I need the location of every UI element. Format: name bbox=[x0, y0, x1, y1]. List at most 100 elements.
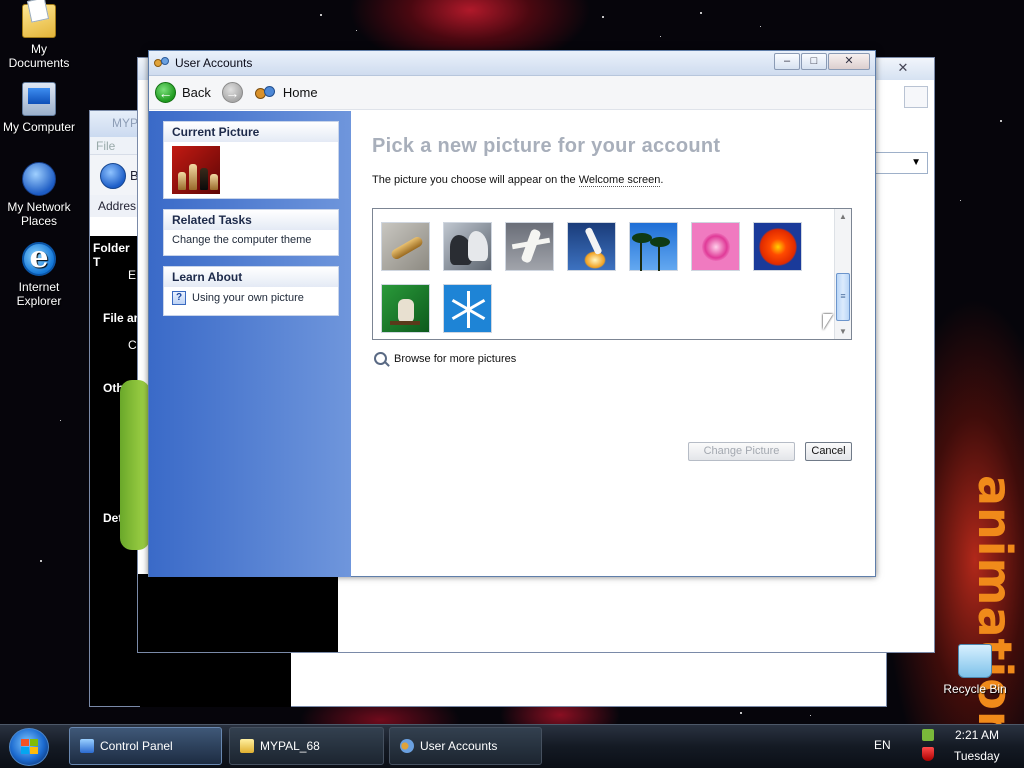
desktop-icon-label: Internet bbox=[18, 280, 60, 294]
desktop-icon-label: Documents bbox=[8, 56, 70, 70]
browse-label: Browse for more pictures bbox=[394, 352, 517, 365]
desktop-icon-label: Places bbox=[20, 214, 58, 228]
picture-horses[interactable] bbox=[443, 222, 492, 271]
pane-label: File ar bbox=[103, 311, 139, 325]
task-pane: Current Picture Related Tasks Change the… bbox=[149, 111, 351, 577]
picture-pink-flower[interactable] bbox=[691, 222, 740, 271]
minimize-button[interactable]: – bbox=[774, 53, 800, 70]
change-theme-link[interactable]: Change the computer theme bbox=[164, 230, 338, 250]
star bbox=[960, 200, 961, 201]
picture-guitar[interactable] bbox=[381, 222, 430, 271]
close-icon[interactable]: ✕ bbox=[884, 60, 922, 77]
star bbox=[356, 30, 357, 31]
desktop-icon-my-computer[interactable]: My Computer bbox=[0, 82, 78, 134]
star bbox=[1000, 120, 1002, 122]
desktop-icon-label: My Computer bbox=[2, 120, 76, 134]
scroll-up-icon[interactable]: ▲ bbox=[835, 209, 851, 224]
taskbar-item-mypal[interactable]: MYPAL_68 bbox=[229, 727, 384, 765]
pane-label: C bbox=[128, 338, 137, 352]
internet-explorer-icon bbox=[22, 240, 56, 276]
star bbox=[810, 715, 811, 716]
desktop-icon-label: My Network bbox=[7, 200, 71, 214]
background-fill bbox=[140, 651, 291, 707]
start-button[interactable] bbox=[9, 728, 49, 766]
forward-arrow-icon[interactable]: → bbox=[221, 82, 243, 103]
user-accounts-window[interactable]: User Accounts – □ ✕ ← Back → Home Curren… bbox=[148, 50, 876, 577]
picture-palm-trees[interactable] bbox=[629, 222, 678, 271]
desktop-icon-recycle-bin[interactable]: Recycle Bin bbox=[936, 644, 1014, 696]
welcome-screen-link[interactable]: Welcome screen bbox=[578, 174, 661, 187]
scroll-down-icon[interactable]: ▼ bbox=[835, 324, 851, 339]
picture-orange-flower[interactable] bbox=[753, 222, 802, 271]
desktop-icon-label: My bbox=[31, 42, 47, 56]
desktop-icon-internet-explorer[interactable]: Internet Explorer bbox=[0, 240, 78, 308]
network-places-icon bbox=[22, 162, 56, 196]
pane-label: E bbox=[128, 268, 137, 282]
desktop-icon-network-places[interactable]: My Network Places bbox=[0, 162, 78, 228]
learn-about-header: Learn About bbox=[164, 267, 338, 287]
my-computer-icon bbox=[22, 82, 56, 116]
control-panel-icon bbox=[80, 739, 94, 753]
current-picture-chess bbox=[172, 146, 220, 194]
star bbox=[700, 12, 702, 14]
picture-karate[interactable] bbox=[505, 222, 554, 271]
taskbar-item-label: MYPAL_68 bbox=[260, 739, 320, 753]
desktop-icon-label: Recycle Bin bbox=[943, 682, 1007, 696]
language-indicator[interactable]: EN bbox=[874, 738, 891, 752]
back-arrow-icon[interactable]: ← bbox=[155, 82, 176, 103]
magnifier-icon bbox=[374, 352, 387, 365]
windows-flag-icon[interactable] bbox=[904, 86, 928, 108]
browse-link[interactable]: Browse for more pictures bbox=[374, 352, 516, 365]
star bbox=[602, 16, 604, 18]
current-picture-panel: Current Picture bbox=[163, 121, 339, 199]
taskbar-item-user-accounts[interactable]: User Accounts bbox=[389, 727, 542, 765]
navigation-bar: ← Back → Home bbox=[149, 76, 875, 110]
recycle-bin-icon bbox=[958, 644, 992, 678]
desktop-icon-label: Explorer bbox=[16, 294, 62, 308]
pane-label: Folder T bbox=[93, 241, 130, 269]
back-arrow-icon[interactable] bbox=[100, 163, 126, 189]
taskbar-item-control-panel[interactable]: Control Panel bbox=[69, 727, 222, 765]
learn-about-panel: Learn About ? Using your own picture bbox=[163, 266, 339, 316]
window-titlebar[interactable]: User Accounts – □ ✕ bbox=[149, 51, 875, 76]
clock-time[interactable]: 2:21 AM bbox=[955, 728, 999, 742]
picture-space-shuttle[interactable] bbox=[567, 222, 616, 271]
star bbox=[60, 420, 61, 421]
menu-file[interactable]: File bbox=[96, 139, 115, 153]
security-shield-icon[interactable] bbox=[922, 747, 934, 761]
using-own-picture-link[interactable]: ? Using your own picture bbox=[164, 287, 338, 309]
network-tray-icon[interactable] bbox=[922, 729, 934, 741]
taskbar: Control Panel MYPAL_68 User Accounts EN … bbox=[0, 724, 1024, 768]
desktop-icon-my-documents[interactable]: My Documents bbox=[0, 4, 78, 70]
user-accounts-icon bbox=[400, 739, 414, 753]
picture-snowflake[interactable] bbox=[443, 284, 492, 333]
star bbox=[760, 26, 761, 27]
star bbox=[320, 14, 322, 16]
chevron-down-icon[interactable]: ▼ bbox=[870, 152, 928, 174]
my-documents-icon bbox=[22, 4, 56, 38]
help-icon: ? bbox=[172, 291, 186, 305]
vertical-scrollbar[interactable]: ▲ ≡ ▼ bbox=[834, 209, 851, 339]
related-tasks-panel: Related Tasks Change the computer theme bbox=[163, 209, 339, 256]
home-button[interactable]: Home bbox=[283, 85, 318, 100]
star bbox=[660, 36, 661, 37]
clock-day[interactable]: Tuesday bbox=[954, 749, 1000, 763]
folder-icon bbox=[240, 739, 254, 753]
mouse-cursor-icon bbox=[823, 314, 833, 330]
maximize-button[interactable]: □ bbox=[801, 53, 827, 70]
close-button[interactable]: ✕ bbox=[828, 53, 870, 70]
taskbar-item-label: Control Panel bbox=[100, 739, 173, 753]
page-subtitle: The picture you choose will appear on th… bbox=[372, 174, 663, 187]
picture-skateboarder[interactable] bbox=[381, 284, 430, 333]
change-picture-button[interactable]: Change Picture bbox=[688, 442, 795, 461]
home-users-icon[interactable] bbox=[254, 84, 277, 102]
picture-list: ▲ ≡ ▼ bbox=[372, 208, 852, 340]
scrollbar-thumb[interactable]: ≡ bbox=[836, 273, 850, 321]
back-button[interactable]: Back bbox=[182, 85, 211, 100]
wallpaper-shape bbox=[120, 380, 150, 550]
cancel-button[interactable]: Cancel bbox=[805, 442, 852, 461]
windows-flag-icon bbox=[21, 739, 39, 756]
related-task-label: Change the computer theme bbox=[172, 234, 312, 246]
window-title: User Accounts bbox=[175, 56, 253, 70]
learn-about-label: Using your own picture bbox=[192, 292, 304, 304]
